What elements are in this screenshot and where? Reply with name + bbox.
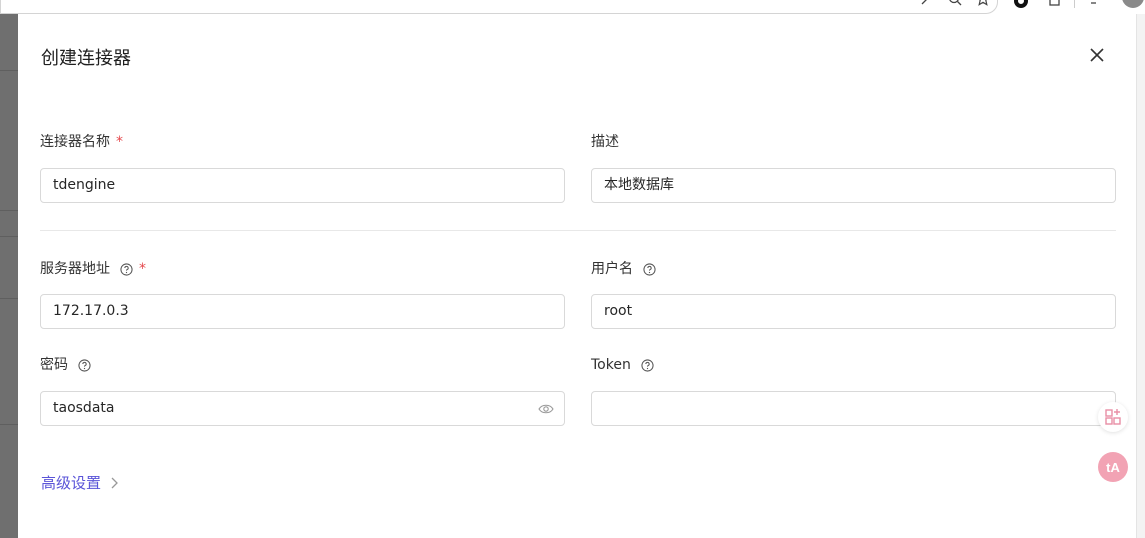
username-value: root bbox=[604, 303, 633, 319]
apps-grid-button[interactable] bbox=[1098, 402, 1128, 432]
zoom-icon[interactable] bbox=[946, 0, 964, 10]
username-label: 用户名 bbox=[591, 259, 656, 279]
drawer-title: 创建连接器 bbox=[41, 48, 131, 69]
question-circle-icon[interactable] bbox=[643, 262, 656, 276]
description-value: 本地数据库 bbox=[604, 177, 674, 193]
description-input[interactable]: 本地数据库 bbox=[591, 168, 1116, 203]
password-value: taosdata bbox=[53, 400, 115, 416]
close-button[interactable] bbox=[1086, 44, 1108, 66]
key-icon[interactable] bbox=[918, 0, 936, 10]
section-divider bbox=[40, 230, 1116, 231]
token-label-text: Token bbox=[591, 357, 631, 373]
description-label: 描述 bbox=[591, 132, 619, 152]
page-scrollbar[interactable] bbox=[1136, 14, 1145, 538]
advanced-settings-label: 高级设置 bbox=[41, 474, 102, 492]
token-input[interactable] bbox=[591, 391, 1116, 426]
password-label-text: 密码 bbox=[40, 357, 68, 373]
reading-list-icon[interactable] bbox=[1088, 0, 1106, 10]
translate-button[interactable]: tA bbox=[1098, 452, 1128, 482]
page-backdrop bbox=[0, 14, 18, 538]
chevron-right-icon bbox=[111, 477, 118, 488]
question-circle-icon[interactable] bbox=[78, 358, 91, 372]
question-circle-icon[interactable] bbox=[120, 262, 133, 276]
connector-name-input[interactable]: tdengine bbox=[40, 168, 565, 203]
server-address-input[interactable]: 172.17.0.3 bbox=[40, 294, 565, 329]
password-input[interactable]: taosdata bbox=[40, 391, 565, 426]
puzzle-icon[interactable] bbox=[1046, 0, 1064, 10]
server-label: 服务器地址 * bbox=[40, 259, 146, 279]
bookmark-star-icon[interactable] bbox=[974, 0, 992, 10]
server-label-text: 服务器地址 bbox=[40, 261, 110, 277]
browser-toolbar bbox=[0, 0, 1145, 14]
required-mark: * bbox=[116, 134, 123, 150]
name-label: 连接器名称 * bbox=[40, 132, 123, 152]
username-input[interactable]: root bbox=[591, 294, 1116, 329]
eye-icon[interactable] bbox=[538, 402, 554, 416]
server-address-value: 172.17.0.3 bbox=[53, 303, 129, 319]
translate-icon: tA bbox=[1106, 460, 1120, 475]
username-label-text: 用户名 bbox=[591, 261, 633, 277]
profile-avatar[interactable] bbox=[1122, 0, 1144, 8]
password-label: 密码 bbox=[40, 355, 91, 375]
close-icon bbox=[1090, 48, 1104, 62]
required-mark: * bbox=[139, 261, 146, 277]
svg-text:tA: tA bbox=[1106, 460, 1120, 475]
description-label-text: 描述 bbox=[591, 134, 619, 150]
question-circle-icon[interactable] bbox=[641, 358, 654, 372]
connector-name-value: tdengine bbox=[53, 177, 116, 193]
extension-icon[interactable] bbox=[1012, 0, 1030, 10]
token-label: Token bbox=[591, 355, 654, 375]
advanced-settings-link[interactable]: 高级设置 bbox=[41, 472, 119, 493]
apps-grid-icon bbox=[1105, 409, 1121, 425]
toolbar-separator bbox=[1074, 0, 1075, 8]
create-connector-drawer: 创建连接器 连接器名称 * tdengine 描述 本地数据库 服务器地址 * … bbox=[18, 18, 1136, 538]
address-bar[interactable] bbox=[0, 0, 998, 14]
name-label-text: 连接器名称 bbox=[40, 134, 110, 150]
